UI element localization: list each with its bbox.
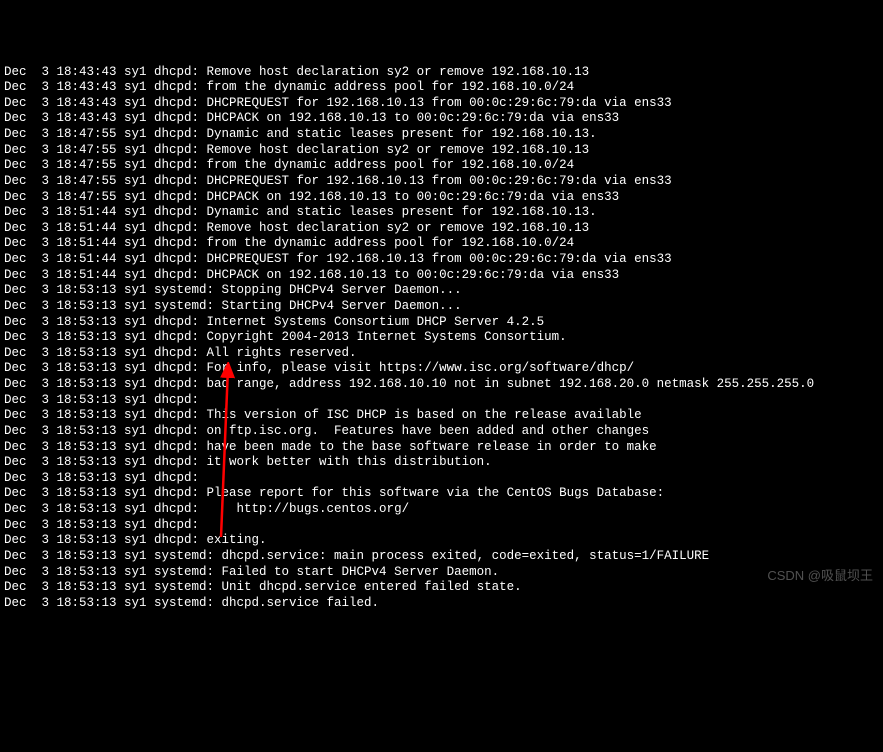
log-line: Dec 3 18:53:13 sy1 systemd: Unit dhcpd.s… <box>4 580 879 596</box>
log-line: Dec 3 18:53:13 sy1 systemd: Starting DHC… <box>4 299 879 315</box>
log-line: Dec 3 18:51:44 sy1 dhcpd: Dynamic and st… <box>4 205 879 221</box>
log-line: Dec 3 18:43:43 sy1 dhcpd: Remove host de… <box>4 65 879 81</box>
log-line: Dec 3 18:53:13 sy1 systemd: Failed to st… <box>4 565 879 581</box>
log-line: Dec 3 18:43:43 sy1 dhcpd: DHCPREQUEST fo… <box>4 96 879 112</box>
log-line: Dec 3 18:47:55 sy1 dhcpd: Dynamic and st… <box>4 127 879 143</box>
log-line: Dec 3 18:53:13 sy1 dhcpd: Internet Syste… <box>4 315 879 331</box>
log-line: Dec 3 18:53:13 sy1 systemd: Stopping DHC… <box>4 283 879 299</box>
log-line: Dec 3 18:43:43 sy1 dhcpd: DHCPACK on 192… <box>4 111 879 127</box>
log-line: Dec 3 18:47:55 sy1 dhcpd: from the dynam… <box>4 158 879 174</box>
log-line: Dec 3 18:47:55 sy1 dhcpd: Remove host de… <box>4 143 879 159</box>
log-line: Dec 3 18:53:13 sy1 dhcpd: For info, plea… <box>4 361 879 377</box>
log-line: Dec 3 18:47:55 sy1 dhcpd: DHCPREQUEST fo… <box>4 174 879 190</box>
log-line: Dec 3 18:53:13 sy1 dhcpd: <box>4 471 879 487</box>
log-line: Dec 3 18:53:13 sy1 dhcpd: bad range, add… <box>4 377 879 393</box>
log-line: Dec 3 18:53:13 sy1 dhcpd: exiting. <box>4 533 879 549</box>
watermark-text: CSDN @吸鼠坝王 <box>767 568 873 584</box>
log-line: Dec 3 18:47:55 sy1 dhcpd: DHCPACK on 192… <box>4 190 879 206</box>
log-line: Dec 3 18:43:43 sy1 dhcpd: from the dynam… <box>4 80 879 96</box>
log-line: Dec 3 18:53:13 sy1 systemd: dhcpd.servic… <box>4 596 879 612</box>
log-line: Dec 3 18:53:13 sy1 dhcpd: <box>4 393 879 409</box>
log-line: Dec 3 18:51:44 sy1 dhcpd: DHCPREQUEST fo… <box>4 252 879 268</box>
terminal-log-output: Dec 3 18:43:43 sy1 dhcpd: Remove host de… <box>4 65 879 612</box>
log-line: Dec 3 18:53:13 sy1 dhcpd: <box>4 518 879 534</box>
log-line: Dec 3 18:53:13 sy1 dhcpd: have been made… <box>4 440 879 456</box>
log-line: Dec 3 18:53:13 sy1 dhcpd: This version o… <box>4 408 879 424</box>
log-line: Dec 3 18:53:13 sy1 dhcpd: Copyright 2004… <box>4 330 879 346</box>
log-line: Dec 3 18:53:13 sy1 dhcpd: on ftp.isc.org… <box>4 424 879 440</box>
log-line: Dec 3 18:51:44 sy1 dhcpd: DHCPACK on 192… <box>4 268 879 284</box>
log-line: Dec 3 18:53:13 sy1 dhcpd: it work better… <box>4 455 879 471</box>
log-line: Dec 3 18:53:13 sy1 dhcpd: All rights res… <box>4 346 879 362</box>
log-line: Dec 3 18:51:44 sy1 dhcpd: from the dynam… <box>4 236 879 252</box>
log-line: Dec 3 18:53:13 sy1 dhcpd: Please report … <box>4 486 879 502</box>
log-line: Dec 3 18:53:13 sy1 dhcpd: http://bugs.ce… <box>4 502 879 518</box>
log-line: Dec 3 18:53:13 sy1 systemd: dhcpd.servic… <box>4 549 879 565</box>
log-line: Dec 3 18:51:44 sy1 dhcpd: Remove host de… <box>4 221 879 237</box>
